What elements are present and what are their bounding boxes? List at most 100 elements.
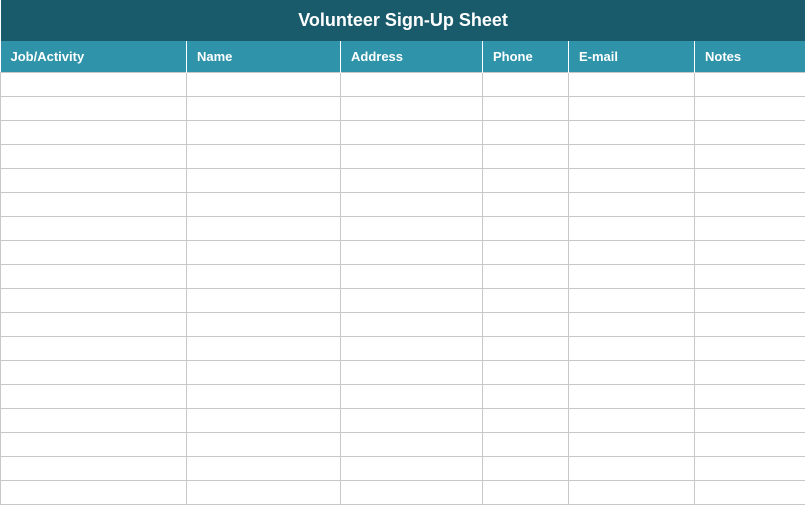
cell-job[interactable]	[1, 97, 187, 121]
cell-notes[interactable]	[695, 241, 805, 265]
cell-job[interactable]	[1, 481, 187, 505]
cell-email[interactable]	[569, 169, 695, 193]
cell-job[interactable]	[1, 193, 187, 217]
cell-name[interactable]	[187, 409, 341, 433]
cell-notes[interactable]	[695, 121, 805, 145]
cell-job[interactable]	[1, 265, 187, 289]
cell-notes[interactable]	[695, 289, 805, 313]
cell-phone[interactable]	[483, 289, 569, 313]
cell-address[interactable]	[341, 433, 483, 457]
cell-email[interactable]	[569, 385, 695, 409]
cell-name[interactable]	[187, 289, 341, 313]
cell-address[interactable]	[341, 169, 483, 193]
cell-phone[interactable]	[483, 145, 569, 169]
cell-phone[interactable]	[483, 121, 569, 145]
cell-notes[interactable]	[695, 145, 805, 169]
cell-email[interactable]	[569, 433, 695, 457]
cell-phone[interactable]	[483, 433, 569, 457]
cell-job[interactable]	[1, 385, 187, 409]
cell-address[interactable]	[341, 385, 483, 409]
cell-name[interactable]	[187, 313, 341, 337]
cell-name[interactable]	[187, 193, 341, 217]
cell-notes[interactable]	[695, 385, 805, 409]
cell-email[interactable]	[569, 361, 695, 385]
cell-name[interactable]	[187, 265, 341, 289]
cell-job[interactable]	[1, 241, 187, 265]
cell-email[interactable]	[569, 409, 695, 433]
cell-phone[interactable]	[483, 313, 569, 337]
cell-address[interactable]	[341, 217, 483, 241]
cell-name[interactable]	[187, 145, 341, 169]
cell-address[interactable]	[341, 457, 483, 481]
cell-address[interactable]	[341, 289, 483, 313]
cell-phone[interactable]	[483, 361, 569, 385]
cell-address[interactable]	[341, 145, 483, 169]
cell-phone[interactable]	[483, 385, 569, 409]
cell-name[interactable]	[187, 169, 341, 193]
cell-notes[interactable]	[695, 169, 805, 193]
cell-phone[interactable]	[483, 97, 569, 121]
cell-phone[interactable]	[483, 193, 569, 217]
cell-email[interactable]	[569, 193, 695, 217]
cell-phone[interactable]	[483, 409, 569, 433]
cell-email[interactable]	[569, 313, 695, 337]
cell-name[interactable]	[187, 457, 341, 481]
cell-address[interactable]	[341, 361, 483, 385]
cell-address[interactable]	[341, 121, 483, 145]
cell-name[interactable]	[187, 73, 341, 97]
cell-email[interactable]	[569, 145, 695, 169]
cell-phone[interactable]	[483, 265, 569, 289]
cell-job[interactable]	[1, 217, 187, 241]
cell-notes[interactable]	[695, 457, 805, 481]
cell-name[interactable]	[187, 385, 341, 409]
cell-name[interactable]	[187, 97, 341, 121]
cell-email[interactable]	[569, 217, 695, 241]
cell-notes[interactable]	[695, 313, 805, 337]
cell-email[interactable]	[569, 457, 695, 481]
cell-address[interactable]	[341, 265, 483, 289]
cell-name[interactable]	[187, 433, 341, 457]
cell-address[interactable]	[341, 97, 483, 121]
cell-notes[interactable]	[695, 433, 805, 457]
cell-address[interactable]	[341, 241, 483, 265]
cell-notes[interactable]	[695, 481, 805, 505]
cell-email[interactable]	[569, 289, 695, 313]
cell-job[interactable]	[1, 145, 187, 169]
cell-name[interactable]	[187, 361, 341, 385]
cell-email[interactable]	[569, 241, 695, 265]
cell-address[interactable]	[341, 73, 483, 97]
cell-email[interactable]	[569, 97, 695, 121]
cell-phone[interactable]	[483, 481, 569, 505]
cell-notes[interactable]	[695, 409, 805, 433]
cell-job[interactable]	[1, 361, 187, 385]
cell-notes[interactable]	[695, 361, 805, 385]
cell-name[interactable]	[187, 241, 341, 265]
cell-email[interactable]	[569, 73, 695, 97]
cell-phone[interactable]	[483, 73, 569, 97]
cell-job[interactable]	[1, 73, 187, 97]
cell-email[interactable]	[569, 481, 695, 505]
cell-notes[interactable]	[695, 337, 805, 361]
cell-job[interactable]	[1, 433, 187, 457]
cell-name[interactable]	[187, 481, 341, 505]
cell-address[interactable]	[341, 337, 483, 361]
cell-phone[interactable]	[483, 217, 569, 241]
cell-phone[interactable]	[483, 241, 569, 265]
cell-notes[interactable]	[695, 265, 805, 289]
cell-phone[interactable]	[483, 169, 569, 193]
cell-name[interactable]	[187, 337, 341, 361]
cell-job[interactable]	[1, 313, 187, 337]
cell-job[interactable]	[1, 121, 187, 145]
cell-name[interactable]	[187, 121, 341, 145]
cell-job[interactable]	[1, 289, 187, 313]
cell-address[interactable]	[341, 409, 483, 433]
cell-address[interactable]	[341, 313, 483, 337]
cell-notes[interactable]	[695, 193, 805, 217]
cell-job[interactable]	[1, 337, 187, 361]
cell-email[interactable]	[569, 337, 695, 361]
cell-notes[interactable]	[695, 97, 805, 121]
cell-job[interactable]	[1, 457, 187, 481]
cell-job[interactable]	[1, 169, 187, 193]
cell-name[interactable]	[187, 217, 341, 241]
cell-notes[interactable]	[695, 217, 805, 241]
